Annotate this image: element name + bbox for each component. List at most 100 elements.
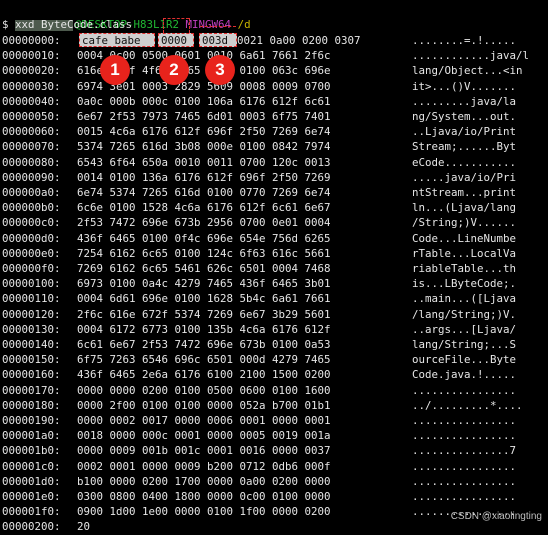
hex-ascii: ........=.!..... <box>412 34 517 47</box>
hex-ascii: ..main...([Ljava <box>412 292 517 306</box>
hex-row: 000000d0: 436f 6465 0100 0f4c 696e 654e 7… <box>2 231 516 247</box>
hex-offset: 00000180: <box>2 398 61 412</box>
hex-ascii: Code...LineNumbe <box>412 231 517 245</box>
hex-bytes: 6543 6f64 650a 0010 0011 0700 120c 0013 <box>77 155 331 169</box>
hex-bytes: 0000 0009 001b 001c 0001 0016 0000 0037 <box>77 444 331 458</box>
hex-row: 00000190: 0000 0002 0017 0000 0006 0001 0… <box>2 413 516 429</box>
minor-version-highlight: 0000 <box>158 33 194 47</box>
hex-offset: 000000f0: <box>2 262 61 275</box>
hex-bytes: b100 0000 0200 1700 0000 0a00 0200 0000 <box>77 474 331 488</box>
hex-offset: 000001a0: <box>2 429 61 443</box>
hex-row: 00000100: 6973 0100 0a4c 4279 7465 436f 6… <box>2 276 516 292</box>
hex-bytes: 7269 6162 6c65 5461 626c 6501 0004 7468 <box>77 262 331 275</box>
hex-offset: 00000170: <box>2 383 61 397</box>
minor-version-text: 0000 <box>161 34 188 47</box>
hex-ascii: Code.java.!..... <box>412 368 517 382</box>
hex-row: 000001b0: 0000 0009 001b 001c 0001 0016 0… <box>2 443 516 459</box>
hex-row: 00000050: 6e67 2f53 7973 7465 6d01 0003 6… <box>2 109 516 125</box>
hex-ascii: riableTable...th <box>412 262 517 275</box>
hex-bytes: 0018 0000 000c 0001 0000 0005 0019 001a <box>77 429 331 443</box>
hex-ascii: ../.........*.... <box>412 398 523 412</box>
shell-prompt: @DESKTOP-H83L1R2 MINGW64 /d <box>2 1 251 31</box>
major-version-highlight: 003d <box>199 33 237 47</box>
hex-bytes: 0004 6172 6773 0100 135b 4c6a 6176 612f <box>77 322 331 336</box>
dash-top-minor <box>163 18 189 19</box>
hex-row: 00000160: 436f 6465 2e6a 6176 6100 2100 1… <box>2 367 516 383</box>
hex-offset: 00000090: <box>2 170 61 184</box>
hex-offset: 00000040: <box>2 94 61 108</box>
hex-bytes: 6e67 2f53 7973 7465 6d01 0003 6f75 7401 <box>77 110 331 123</box>
hex-offset: 000001f0: <box>2 505 61 519</box>
hex-ascii: ............java/l <box>412 49 530 63</box>
hex-offset: 000001b0: <box>2 444 61 458</box>
hex-ascii: is...LByteCode;. <box>412 277 517 291</box>
prompt-path: /d <box>237 18 251 31</box>
hex-bytes: 0014 0100 136a 6176 612f 696f 2f50 7269 <box>77 170 331 184</box>
hex-row: 00000170: 0000 0000 0200 0100 0500 0600 0… <box>2 383 516 399</box>
hex-bytes: 20 <box>77 520 91 534</box>
hex-ascii: ..Ljava/io/Print <box>412 125 517 139</box>
hex-row: 00000020: 616e 672f 4f62 6a65 6374 0100 0… <box>2 63 523 79</box>
hex-row: 000000f0: 7269 6162 6c65 5461 626c 6501 0… <box>2 261 516 277</box>
hex-ascii: ..args...[Ljava/ <box>412 322 517 336</box>
hex-row: 00000140: 6c61 6e67 2f53 7472 696e 673b 0… <box>2 337 516 353</box>
hex-ascii: Stream;......Byt <box>412 140 517 154</box>
hex-row: 000000b0: 6c6e 0100 1528 4c6a 6176 612f 6… <box>2 200 516 216</box>
hex-bytes: 0000 0000 0200 0100 0500 0600 0100 1600 <box>77 383 331 397</box>
hex-offset: 00000070: <box>2 140 61 154</box>
hex-offset: 00000100: <box>2 277 61 291</box>
hex-offset: 000001e0: <box>2 490 61 503</box>
hex-offset: 00000140: <box>2 338 61 351</box>
hex-offset: 000000e0: <box>2 246 61 260</box>
hex-row: 00000090: 0014 0100 136a 6176 612f 696f 2… <box>2 170 516 186</box>
hex-ascii: eCode........... <box>412 155 517 169</box>
hex-ascii: ................ <box>412 383 517 397</box>
hex-row: 000001d0: b100 0000 0200 1700 0000 0a00 0… <box>2 474 516 490</box>
hex-row: 000001c0: 0002 0001 0000 0009 b200 0712 0… <box>2 459 516 475</box>
hex-row: 000000e0: 7254 6162 6c65 0100 124c 6f63 6… <box>2 246 516 262</box>
hex-offset: 000001c0: <box>2 459 61 473</box>
dash-top-major <box>200 26 236 27</box>
hex-row: 00000080: 6543 6f64 650a 0010 0011 0700 1… <box>2 155 516 171</box>
dash-side-minor-right <box>189 18 190 33</box>
hex-bytes: 0a0c 000b 000c 0100 106a 6176 612f 6c61 <box>77 94 331 108</box>
badge-3: 3 <box>205 55 235 85</box>
hex-bytes: 0015 4c6a 6176 612f 696f 2f50 7269 6e74 <box>77 125 331 139</box>
magic-number-text: cafe babe <box>82 34 141 47</box>
hex-ascii: /lang/String;)V. <box>412 307 517 321</box>
major-version-text: 003d <box>202 34 229 47</box>
hex-ascii: ntStream...print <box>412 186 517 199</box>
hex-row: 00000040: 0a0c 000b 000c 0100 106a 6176 6… <box>2 94 516 110</box>
prompt-system: MINGW64 <box>185 18 232 31</box>
hex-row: 00000130: 0004 6172 6773 0100 135b 4c6a 6… <box>2 322 516 338</box>
hex-row: 00000010: 0004 0c00 0500 0601 0010 6a61 7… <box>2 48 529 64</box>
hex-ascii: lang/String;...S <box>412 338 517 351</box>
hex-row: 00000060: 0015 4c6a 6176 612f 696f 2f50 7… <box>2 124 516 140</box>
hex-offset: 00000000: <box>2 34 61 47</box>
hex-row: 00000120: 2f6c 616e 672f 5374 7269 6e67 3… <box>2 307 516 323</box>
command-line: $ xxd ByteCode.class <box>2 18 133 31</box>
hex-bytes-tail: 0021 0a00 0200 0307 <box>237 34 361 47</box>
hex-offset: 00000060: <box>2 125 61 139</box>
magic-number-highlight: cafe babe <box>79 33 155 47</box>
hex-offset: 00000150: <box>2 353 61 367</box>
hex-ascii: lang/Object...<in <box>412 64 523 78</box>
hex-offset: 000001d0: <box>2 474 61 488</box>
hex-bytes: 0002 0001 0000 0009 b200 0712 0db6 000f <box>77 459 331 473</box>
hex-bytes: 2f6c 616e 672f 5374 7269 6e67 3b29 5601 <box>77 307 331 321</box>
hex-ascii: it>...()V....... <box>412 79 517 93</box>
hex-row: 000001e0: 0300 0800 0400 1800 0000 0c00 0… <box>2 489 516 505</box>
hex-row: 000000a0: 6e74 5374 7265 616d 0100 0770 7… <box>2 185 516 201</box>
hex-bytes: 0900 1d00 1e00 0000 0100 1f00 0000 0200 <box>77 505 331 519</box>
hex-ascii: ...............7 <box>412 444 517 458</box>
hex-offset: 00000130: <box>2 322 61 336</box>
hex-bytes: 6c61 6e67 2f53 7472 696e 673b 0100 0a53 <box>77 338 331 351</box>
hex-row: 00000070: 5374 7265 616d 3b08 000e 0100 0… <box>2 139 516 155</box>
hex-bytes: 6974 3e01 0003 2829 5609 0008 0009 0700 <box>77 79 331 93</box>
hex-bytes: 2f53 7472 696e 673b 2956 0700 0e01 0004 <box>77 216 331 230</box>
hex-bytes: 6c6e 0100 1528 4c6a 6176 612f 6c61 6e67 <box>77 201 331 215</box>
hex-offset: 00000050: <box>2 110 61 123</box>
hex-offset: 00000120: <box>2 307 61 321</box>
hex-bytes: 436f 6465 0100 0f4c 696e 654e 756d 6265 <box>77 231 331 245</box>
hex-ascii: ................ <box>412 474 517 488</box>
